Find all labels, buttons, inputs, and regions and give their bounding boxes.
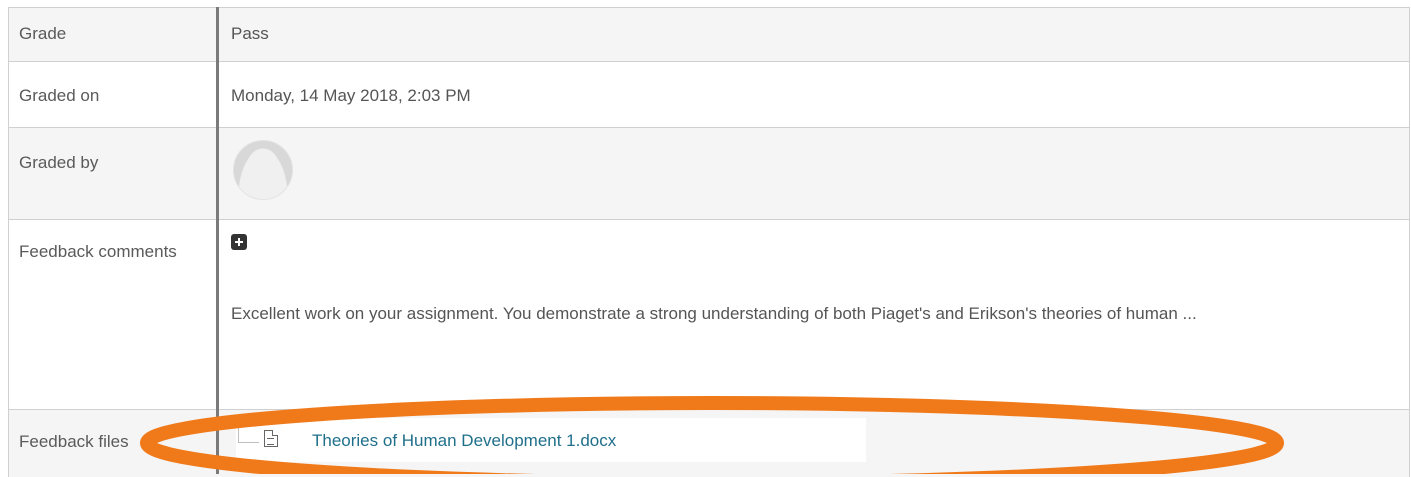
feedback-comments-text: Excellent work on your assignment. You d…	[231, 304, 1197, 323]
graded-by-row: Graded by	[9, 127, 1409, 219]
graded-on-row: Graded on Monday, 14 May 2018, 2:03 PM	[9, 61, 1409, 127]
grader-avatar[interactable]	[233, 140, 293, 200]
grade-value: Pass	[231, 24, 269, 43]
grade-row: Grade Pass	[9, 7, 1409, 61]
graded-by-label: Graded by	[19, 153, 99, 172]
feedback-panel: Grade Pass Graded on Monday, 14 May 2018…	[0, 0, 1411, 477]
feedback-file-link[interactable]: Theories of Human Development 1.docx	[312, 429, 616, 453]
feedback-files-label: Feedback files	[19, 432, 129, 451]
tree-branch-line	[238, 428, 259, 443]
column-divider	[216, 7, 219, 474]
feedback-comments-label: Feedback comments	[19, 242, 177, 261]
graded-on-label: Graded on	[19, 86, 100, 105]
expand-plus-icon[interactable]	[231, 234, 247, 250]
document-icon	[264, 430, 278, 447]
feedback-comments-row: Feedback comments Excellent work on your…	[9, 219, 1409, 409]
graded-on-value: Monday, 14 May 2018, 2:03 PM	[231, 86, 471, 105]
grade-label: Grade	[19, 24, 67, 43]
